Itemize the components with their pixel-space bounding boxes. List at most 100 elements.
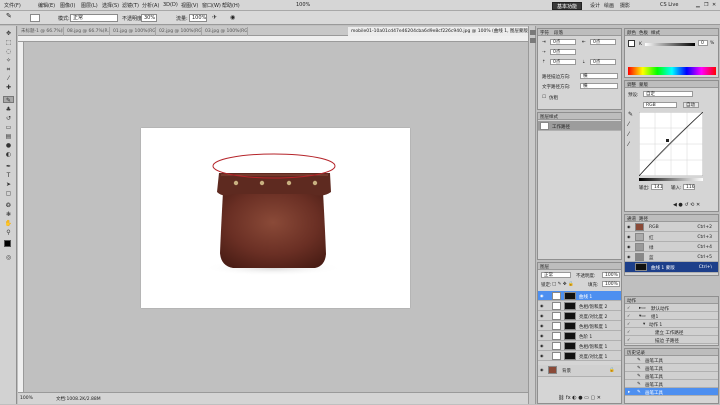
zoom-level[interactable]: 100%	[296, 2, 310, 8]
eye-icon[interactable]: ◉	[540, 368, 545, 372]
menu-layer[interactable]: 图层(L)	[81, 2, 98, 9]
menu-image[interactable]: 图像(I)	[60, 2, 75, 9]
eye-icon[interactable]: ◉	[627, 225, 632, 229]
eye-icon[interactable]: ◉	[540, 334, 545, 338]
channel-row-rgb[interactable]: ◉ RGB Ctrl+2	[625, 222, 718, 232]
tab-masks[interactable]: 蒙版	[639, 82, 648, 88]
check-icon[interactable]: ✓	[627, 330, 632, 334]
color-spectrum-ramp[interactable]	[628, 67, 716, 75]
pen-tool-icon[interactable]: ✒	[3, 163, 14, 170]
history-brush-tool-icon[interactable]: ↺	[3, 115, 14, 122]
flow-field[interactable]: 100%	[189, 14, 207, 22]
clone-stamp-tool-icon[interactable]: ♣	[3, 106, 14, 113]
curve-control-point[interactable]	[666, 139, 669, 142]
3d-rotate-tool-icon[interactable]: ❂	[3, 202, 14, 209]
close-icon[interactable]: ✕	[712, 2, 716, 8]
white-eyedropper-icon[interactable]: ⁄	[628, 141, 629, 148]
shape-tool-icon[interactable]: ▢	[3, 190, 14, 197]
3d-camera-tool-icon[interactable]: ❃	[3, 211, 14, 218]
menu-file[interactable]: 文件(F)	[4, 2, 21, 9]
fill-field[interactable]: 100%	[602, 281, 620, 287]
opacity-field[interactable]: 30%	[141, 14, 157, 22]
blend-mode-select[interactable]: 正常	[541, 272, 571, 278]
layer-row[interactable]: ◉ 色相/饱和度 1	[538, 341, 621, 351]
move-tool-icon[interactable]: ✥	[3, 30, 14, 37]
history-row[interactable]: ✎ 画笔工具	[625, 356, 718, 364]
eye-icon[interactable]: ◉	[540, 354, 545, 358]
action-row[interactable]: ✓ ▾ 动作 1	[625, 320, 718, 328]
quick-mask-icon[interactable]: ◎	[3, 254, 14, 261]
lasso-tool-icon[interactable]: ◌	[3, 48, 14, 55]
gray-eyedropper-icon[interactable]: ⁄	[628, 131, 629, 138]
blur-tool-icon[interactable]: ●	[3, 142, 14, 149]
menu-edit[interactable]: 编辑(E)	[38, 2, 55, 9]
channel-row-mask[interactable]: 曲线 1 蒙版 Ctrl+\	[625, 262, 718, 273]
check-icon[interactable]: ✓	[627, 306, 632, 310]
quick-select-tool-icon[interactable]: ✧	[3, 57, 14, 64]
menu-select[interactable]: 选择(S)	[102, 2, 119, 9]
workspace-painting[interactable]: 绘画	[604, 2, 614, 9]
tab-document-3[interactable]: 01.jpg @ 100%(RG...	[110, 27, 156, 36]
history-row-current[interactable]: ▸ ✎ 画笔工具	[625, 388, 718, 396]
layer-opacity-field[interactable]: 100%	[602, 272, 620, 278]
text-direction-select[interactable]: 横	[580, 83, 618, 89]
output-field[interactable]: 141	[651, 184, 663, 190]
check-icon[interactable]: ✓	[627, 314, 632, 318]
history-panel-icon[interactable]	[530, 30, 536, 35]
layer-row[interactable]: ◉ 亮度/对比度 1	[538, 351, 621, 361]
tab-document-active[interactable]: mobile01-10a01cd47e46204cba6d9e8cf226c94…	[348, 27, 532, 36]
curves-graph[interactable]	[639, 112, 703, 176]
tab-layer-style[interactable]: 图层样式	[540, 114, 558, 120]
actions-panel-icon[interactable]	[530, 38, 536, 43]
eyedropper-tool-icon[interactable]: ⁄	[3, 75, 14, 82]
check-icon[interactable]: ✓	[627, 322, 632, 326]
tab-document-2[interactable]: 08.jpg @ 66.7%(R...	[64, 27, 110, 36]
workspace-essentials-button[interactable]: 基本功能	[552, 2, 583, 10]
airbrush-icon[interactable]: ✈	[212, 14, 217, 21]
crop-tool-icon[interactable]: ⌗	[3, 66, 14, 73]
tab-paragraph[interactable]: 段落	[554, 30, 563, 36]
auto-button[interactable]: 自动	[683, 102, 699, 108]
layer-row[interactable]: ◉ 色阶 1	[538, 331, 621, 341]
mode-select[interactable]: 正常	[70, 14, 118, 22]
menu-3d[interactable]: 3D(D)	[163, 2, 178, 8]
layer-row[interactable]: ◉ 曲线 1	[538, 291, 621, 301]
eye-icon[interactable]: ◉	[540, 294, 545, 298]
black-eyedropper-icon[interactable]: ⁄	[628, 121, 629, 128]
layer-row[interactable]: ◉ 色相/饱和度 1	[538, 321, 621, 331]
eye-icon[interactable]: ◉	[540, 314, 545, 318]
workspace-photo[interactable]: 摄影	[620, 2, 630, 9]
brush-preset-picker[interactable]	[30, 14, 40, 22]
tab-document-4[interactable]: 02.jpg @ 100%(RG...	[156, 27, 202, 36]
channel-select[interactable]: RGB	[643, 102, 677, 108]
channel-row-blue[interactable]: ◉ 蓝 Ctrl+5	[625, 252, 718, 262]
input-field[interactable]: 116	[683, 184, 695, 190]
tab-adjustments[interactable]: 调整	[627, 82, 636, 88]
layer-row[interactable]: ◉ 色相/饱和度 2	[538, 301, 621, 311]
space-before-field[interactable]: 0点	[550, 59, 576, 65]
tab-document-1[interactable]: 未标题-1 @ 66.7%(R...	[18, 27, 64, 36]
indent-right-field[interactable]: 0点	[590, 39, 616, 45]
path-select-tool-icon[interactable]: ➤	[3, 181, 14, 188]
menu-analysis[interactable]: 分析(A)	[142, 2, 159, 9]
hand-tool-icon[interactable]: ✋	[3, 220, 14, 227]
action-row[interactable]: ✓ ▾▭ 组1	[625, 312, 718, 320]
brush-tool-icon[interactable]: ✎	[6, 12, 12, 20]
first-line-field[interactable]: 0点	[550, 49, 576, 55]
k-channel-field[interactable]: 0	[698, 40, 708, 46]
eye-icon[interactable]: ◉	[627, 255, 632, 259]
lock-icons[interactable]: □ ✎ ✥ 🔒	[552, 282, 574, 287]
layer-row-background[interactable]: ◉ 背景 🔒	[538, 365, 621, 377]
history-row[interactable]: ✎ 画笔工具	[625, 372, 718, 380]
history-row[interactable]: ✎ 画笔工具	[625, 364, 718, 372]
eraser-tool-icon[interactable]: ▭	[3, 124, 14, 131]
path-direction-select[interactable]: 横	[580, 73, 618, 79]
marquee-tool-icon[interactable]: ⬚	[3, 39, 14, 46]
minimize-icon[interactable]: ▁	[696, 2, 700, 8]
eye-icon[interactable]: ◉	[540, 304, 545, 308]
faux-bold-checkbox[interactable]: ☐	[542, 95, 546, 100]
channel-row-green[interactable]: ◉ 绿 Ctrl+4	[625, 242, 718, 252]
history-row[interactable]: ✎ 画笔工具	[625, 380, 718, 388]
channel-row-red[interactable]: ◉ 红 Ctrl+3	[625, 232, 718, 242]
eye-icon[interactable]: ◉	[540, 324, 545, 328]
